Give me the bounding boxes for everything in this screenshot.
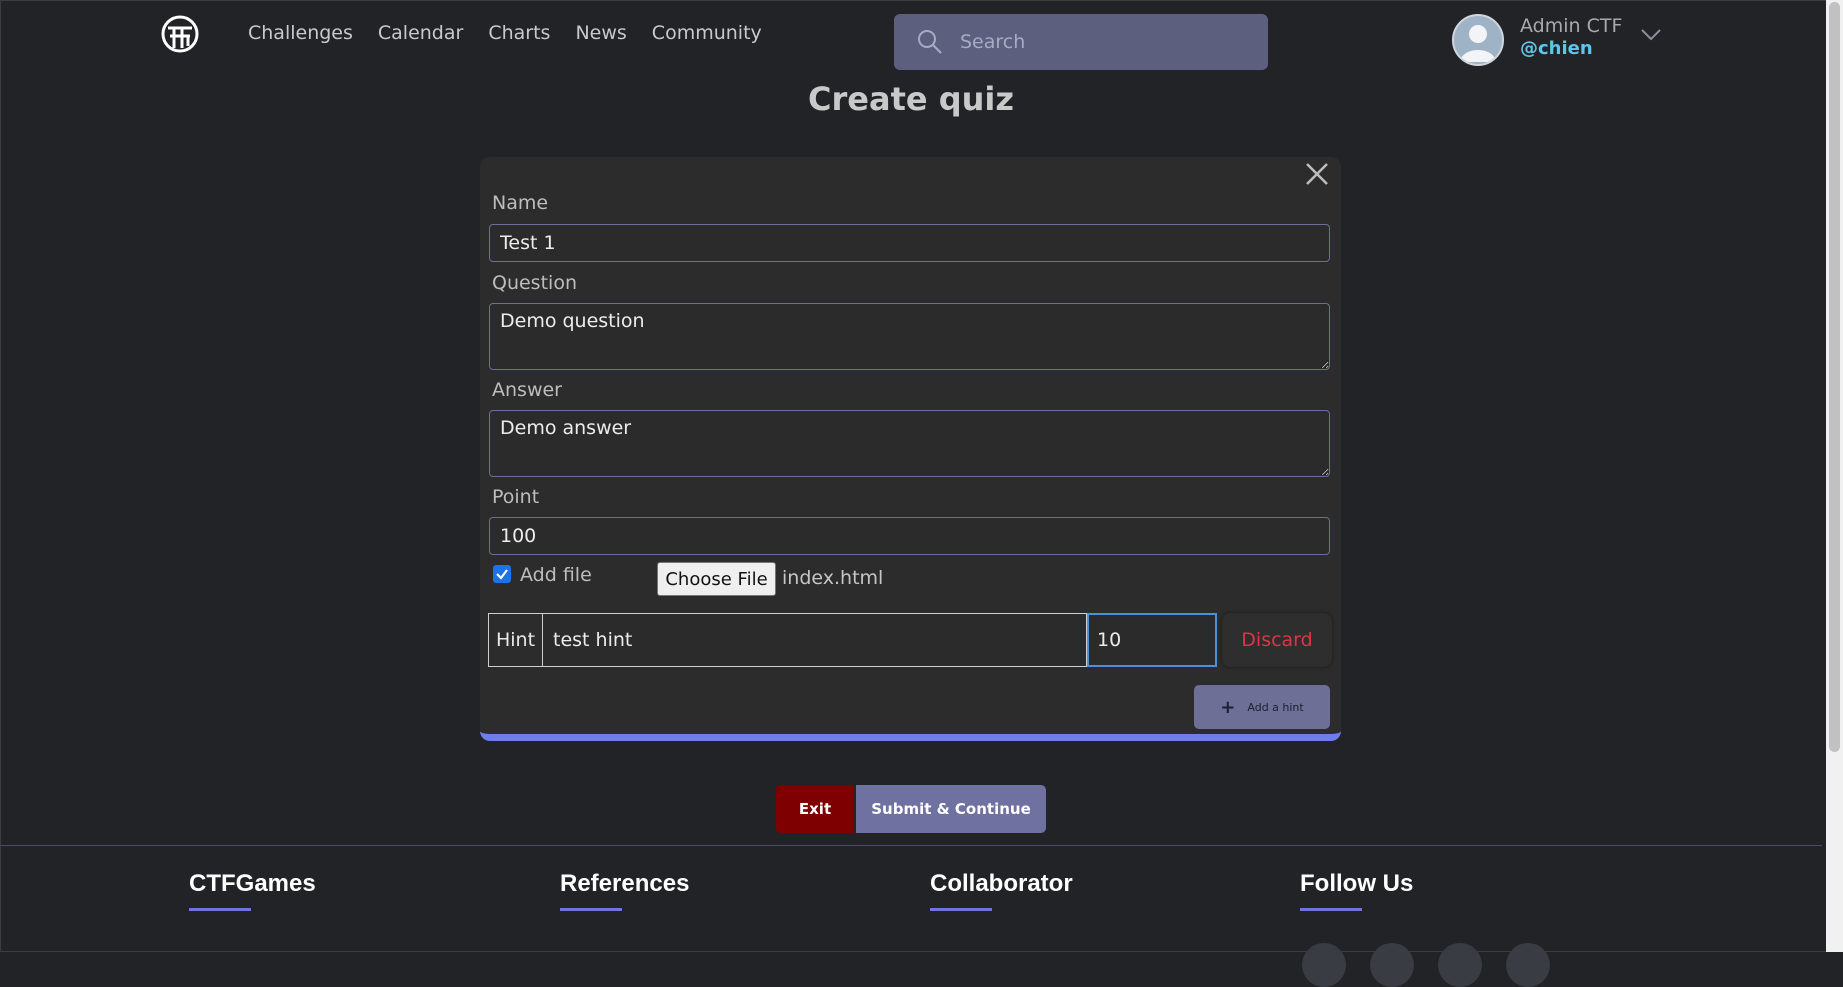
name-label: Name xyxy=(492,192,549,214)
question-label: Question xyxy=(492,272,577,294)
user-avatar-icon xyxy=(1460,25,1496,62)
user-name: Admin CTF xyxy=(1520,15,1623,37)
hint-points-field[interactable] xyxy=(1087,613,1217,667)
submit-continue-button[interactable]: Submit & Continue xyxy=(856,785,1046,833)
selected-file-name: index.html xyxy=(782,567,884,589)
social-icon[interactable] xyxy=(1506,943,1550,987)
footer-col-references: References xyxy=(560,870,689,911)
chevron-down-icon[interactable] xyxy=(1640,28,1662,42)
scrollbar-thumb[interactable] xyxy=(1829,2,1840,752)
nav-news[interactable]: News xyxy=(575,22,626,44)
choose-file-button[interactable]: Choose File xyxy=(657,562,776,596)
heading-underline xyxy=(930,908,992,911)
footer-heading: Collaborator xyxy=(930,870,1073,897)
point-field[interactable] xyxy=(489,517,1330,555)
footer-heading: References xyxy=(560,870,690,897)
scrollbar[interactable] xyxy=(1826,0,1843,952)
search-box[interactable] xyxy=(894,14,1268,70)
nav-community[interactable]: Community xyxy=(652,22,762,44)
page-title: Create quiz xyxy=(808,80,1014,118)
add-hint-label: Add a hint xyxy=(1247,700,1304,714)
heading-underline xyxy=(1300,908,1362,911)
search-input[interactable] xyxy=(958,30,1242,54)
answer-field[interactable]: Demo answer xyxy=(489,410,1330,477)
check-icon xyxy=(496,569,508,580)
exit-button[interactable]: Exit xyxy=(776,785,854,833)
footer-heading: Follow Us xyxy=(1300,870,1414,897)
heading-underline xyxy=(560,908,622,911)
add-hint-button[interactable]: + Add a hint xyxy=(1194,685,1330,729)
social-icon[interactable] xyxy=(1302,943,1346,987)
heading-underline xyxy=(189,908,251,911)
discard-hint-button[interactable]: Discard xyxy=(1222,613,1332,667)
add-file-label: Add file xyxy=(520,564,592,586)
answer-label: Answer xyxy=(492,379,562,401)
footer: CTFGames References Collaborator Follow … xyxy=(0,845,1822,987)
main-nav: Challenges Calendar Charts News Communit… xyxy=(248,22,762,44)
hint-tag: Hint xyxy=(488,613,543,667)
plus-icon: + xyxy=(1220,696,1236,718)
footer-col-ctfgames: CTFGames xyxy=(189,870,316,911)
nav-challenges[interactable]: Challenges xyxy=(248,22,353,44)
quiz-form-card: Name Question Demo question Answer Demo … xyxy=(480,157,1341,741)
question-field[interactable]: Demo question xyxy=(489,303,1330,370)
social-icon[interactable] xyxy=(1370,943,1414,987)
footer-heading: CTFGames xyxy=(189,870,316,897)
add-file-checkbox[interactable] xyxy=(493,565,511,583)
search-icon xyxy=(918,30,942,54)
hint-text-field[interactable] xyxy=(543,613,1087,667)
point-label: Point xyxy=(492,486,540,508)
footer-col-collaborator: Collaborator xyxy=(930,870,1073,911)
nav-calendar[interactable]: Calendar xyxy=(378,22,463,44)
avatar[interactable] xyxy=(1452,14,1504,66)
close-icon[interactable] xyxy=(1304,161,1330,187)
nav-charts[interactable]: Charts xyxy=(488,22,550,44)
user-handle: @chien xyxy=(1520,38,1593,59)
social-icon[interactable] xyxy=(1438,943,1482,987)
name-field[interactable] xyxy=(489,224,1330,262)
ctfgames-logo-icon[interactable] xyxy=(160,14,200,54)
footer-col-follow-us: Follow Us xyxy=(1300,870,1413,911)
